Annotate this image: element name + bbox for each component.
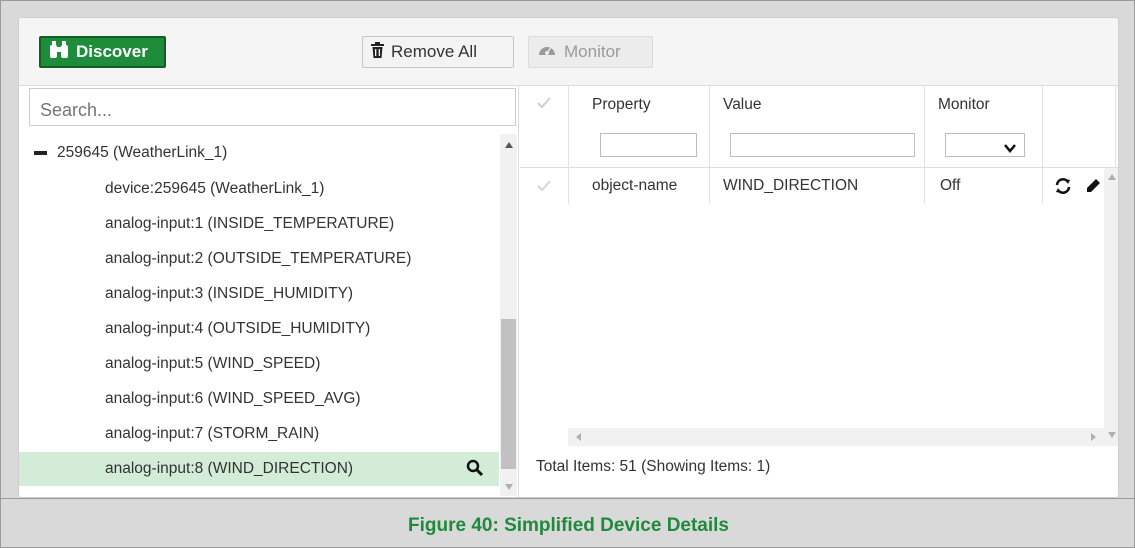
figure-caption: Figure 40: Simplified Device Details bbox=[408, 515, 729, 536]
grid-footer-status: Total Items: 51 (Showing Items: 1) bbox=[536, 458, 771, 475]
search-icon[interactable] bbox=[466, 459, 484, 482]
discover-label: Discover bbox=[76, 42, 148, 61]
dashboard-icon bbox=[537, 42, 557, 63]
collapse-icon[interactable] bbox=[34, 151, 47, 155]
tree-item-label: analog-input:3 (INSIDE_HUMIDITY) bbox=[105, 285, 354, 302]
tree-node-label: 259645 (WeatherLink_1) bbox=[57, 144, 228, 161]
tree-node-device[interactable]: 259645 (WeatherLink_1) bbox=[19, 136, 499, 170]
grid-vertical-scrollbar[interactable] bbox=[1104, 168, 1118, 446]
tree-item[interactable]: analog-input:2 (OUTSIDE_TEMPERATURE) bbox=[19, 242, 499, 276]
cell-property: object-name bbox=[592, 177, 678, 194]
remove-all-label: Remove All bbox=[391, 42, 477, 61]
scroll-up-icon[interactable] bbox=[505, 142, 513, 148]
tree-item-label: analog-input:4 (OUTSIDE_HUMIDITY) bbox=[105, 320, 371, 337]
tree-scrollbar[interactable] bbox=[500, 134, 517, 496]
monitor-filter-select[interactable] bbox=[945, 133, 1025, 157]
cell-value: WIND_DIRECTION bbox=[723, 177, 859, 194]
device-tree-pane: 259645 (WeatherLink_1) device:259645 (We… bbox=[19, 86, 519, 497]
binoculars-icon bbox=[49, 40, 69, 64]
trash-icon bbox=[371, 41, 384, 63]
tree-item[interactable]: analog-input:1 (INSIDE_TEMPERATURE) bbox=[19, 207, 499, 241]
discover-button[interactable]: Discover bbox=[39, 36, 166, 68]
cell-monitor: Off bbox=[940, 177, 961, 194]
tree-item[interactable]: device:259645 (WeatherLink_1) bbox=[19, 172, 499, 206]
scroll-down-icon[interactable] bbox=[1108, 432, 1116, 438]
remove-all-button[interactable]: Remove All bbox=[362, 36, 514, 68]
tree-item-label: analog-input:5 (WIND_SPEED) bbox=[105, 355, 321, 372]
tree-item[interactable]: analog-input:5 (WIND_SPEED) bbox=[19, 347, 499, 381]
scroll-up-icon[interactable] bbox=[1108, 174, 1116, 180]
tree-item-label: analog-input:2 (OUTSIDE_TEMPERATURE) bbox=[105, 250, 412, 267]
tree-item-label: device:259645 (WeatherLink_1) bbox=[105, 180, 325, 197]
column-header-monitor[interactable]: Monitor bbox=[938, 96, 990, 114]
tree-item-label: analog-input:1 (INSIDE_TEMPERATURE) bbox=[105, 215, 395, 232]
tree-item[interactable]: analog-input:7 (STORM_RAIN) bbox=[19, 417, 499, 451]
tree-item[interactable]: analog-input:6 (WIND_SPEED_AVG) bbox=[19, 382, 499, 416]
tree-item-label: analog-input:6 (WIND_SPEED_AVG) bbox=[105, 390, 361, 407]
select-all-check-icon[interactable] bbox=[537, 96, 551, 114]
value-filter-input[interactable] bbox=[730, 133, 915, 157]
properties-grid: Property Value Monitor object-name WIND_… bbox=[520, 86, 1118, 497]
table-row[interactable]: object-name WIND_DIRECTION Off bbox=[520, 168, 1118, 204]
grid-horizontal-scrollbar[interactable] bbox=[568, 428, 1104, 446]
tree-item[interactable]: analog-input:4 (OUTSIDE_HUMIDITY) bbox=[19, 312, 499, 346]
column-header-value[interactable]: Value bbox=[723, 96, 762, 114]
column-header-property[interactable]: Property bbox=[592, 96, 651, 114]
figure-frame: Discover Remove All Monitor Search... 25… bbox=[0, 0, 1135, 548]
chevron-down-icon bbox=[1004, 140, 1016, 158]
device-details-panel: Discover Remove All Monitor Search... 25… bbox=[18, 17, 1119, 498]
search-input[interactable] bbox=[29, 88, 516, 126]
row-check-icon[interactable] bbox=[537, 179, 551, 197]
toolbar: Discover Remove All Monitor bbox=[19, 18, 1118, 86]
scrollbar-thumb[interactable] bbox=[501, 319, 516, 469]
scroll-right-icon[interactable] bbox=[1091, 433, 1096, 441]
scroll-down-icon[interactable] bbox=[505, 484, 513, 490]
tree-item-selected[interactable]: analog-input:8 (WIND_DIRECTION) bbox=[19, 452, 499, 486]
tree-item-label: analog-input:8 (WIND_DIRECTION) bbox=[105, 460, 354, 477]
refresh-icon[interactable] bbox=[1054, 177, 1072, 200]
scroll-left-icon[interactable] bbox=[576, 433, 581, 441]
monitor-label: Monitor bbox=[564, 42, 621, 61]
grid-header: Property Value Monitor bbox=[520, 86, 1118, 168]
tree-item-label: analog-input:7 (STORM_RAIN) bbox=[105, 425, 320, 442]
tree-item[interactable]: analog-input:3 (INSIDE_HUMIDITY) bbox=[19, 277, 499, 311]
caption-divider bbox=[1, 498, 1135, 499]
monitor-button[interactable]: Monitor bbox=[528, 36, 653, 68]
edit-pencil-icon[interactable] bbox=[1086, 178, 1101, 198]
property-filter-input[interactable] bbox=[600, 133, 697, 157]
